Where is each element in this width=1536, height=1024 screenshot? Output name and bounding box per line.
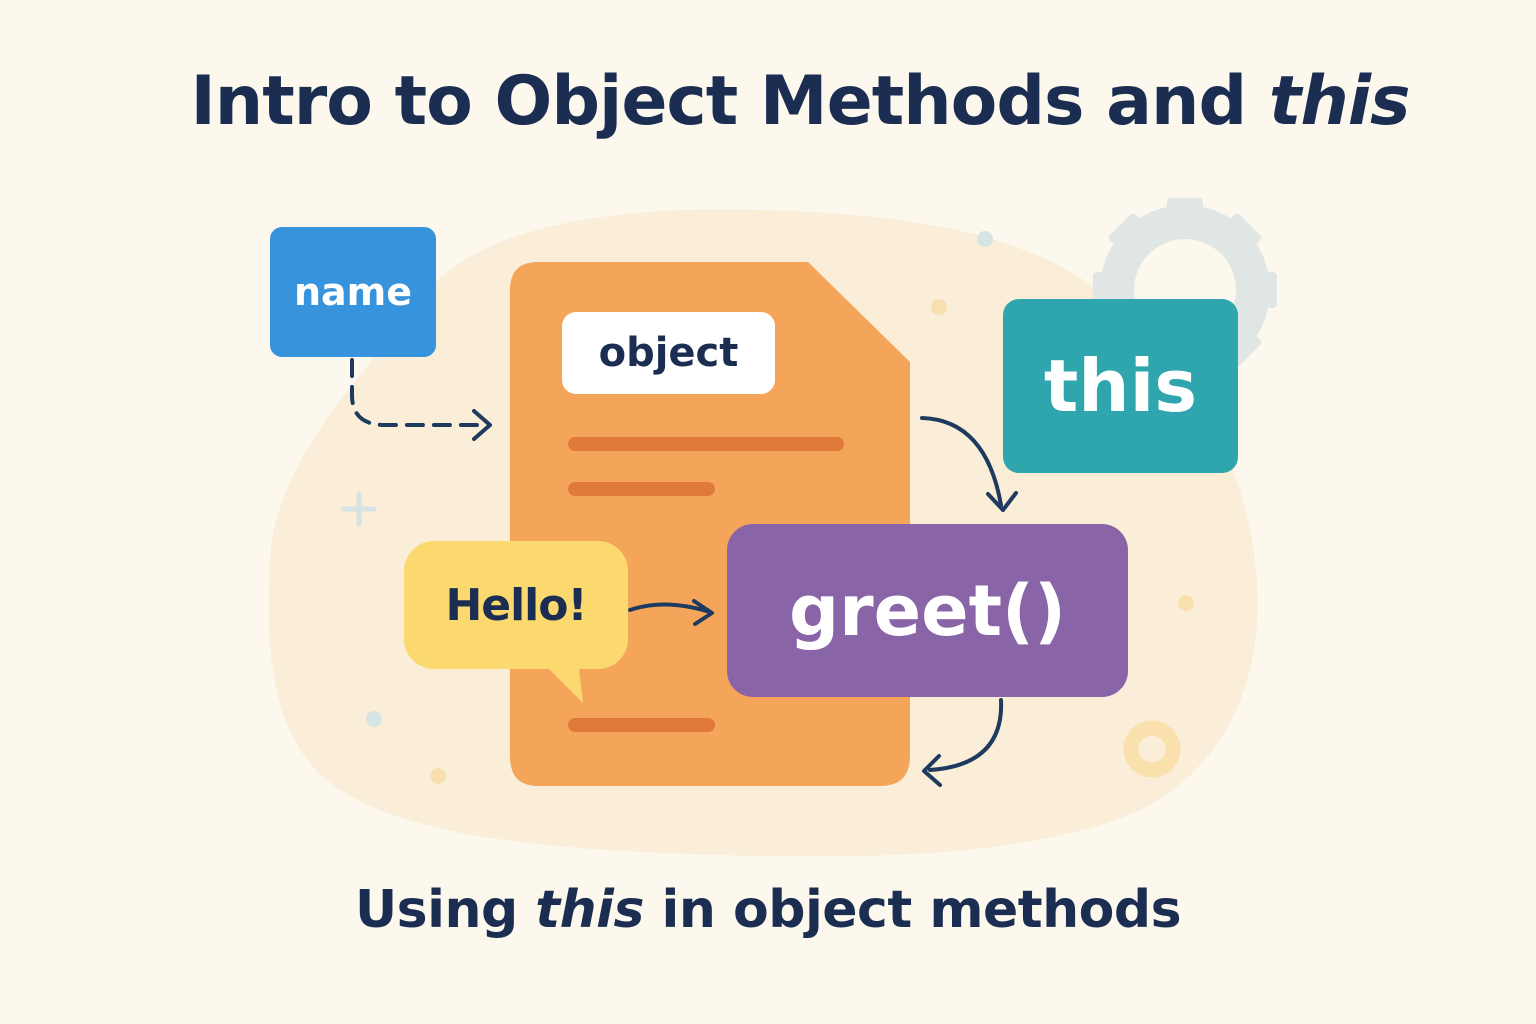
dot-icon: [977, 231, 993, 247]
name-label: name: [293, 270, 413, 314]
subtitle-emphasis: this: [535, 880, 644, 940]
hello-bubble-text: Hello!: [404, 541, 628, 669]
greet-label: greet(): [788, 569, 1067, 652]
dot-icon: [931, 299, 947, 315]
page-subtitle: Using this in object methods: [0, 880, 1536, 940]
subtitle-suffix: in object methods: [643, 880, 1182, 940]
object-label-pill: object: [562, 312, 775, 394]
greet-method-box: greet(): [727, 524, 1128, 697]
this-keyword-box: this: [1003, 299, 1238, 473]
code-line: [568, 482, 715, 496]
title-text: Intro to Object Methods and: [190, 62, 1269, 141]
dot-icon: [366, 711, 382, 727]
name-property-box: name: [270, 227, 436, 357]
this-label: this: [1043, 344, 1198, 428]
code-line: [568, 437, 844, 451]
subtitle-prefix: Using: [354, 880, 536, 940]
title-emphasis: this: [1268, 62, 1411, 141]
hello-label: Hello!: [445, 579, 587, 631]
object-label: object: [598, 330, 739, 376]
dot-icon: [430, 768, 446, 784]
code-line: [568, 718, 715, 732]
page-title: Intro to Object Methods and this: [0, 62, 1536, 141]
dot-icon: [1178, 595, 1194, 611]
diagram-graphics: [268, 198, 1277, 857]
diagram-canvas: Intro to Object Methods and this name ob…: [0, 0, 1536, 1024]
